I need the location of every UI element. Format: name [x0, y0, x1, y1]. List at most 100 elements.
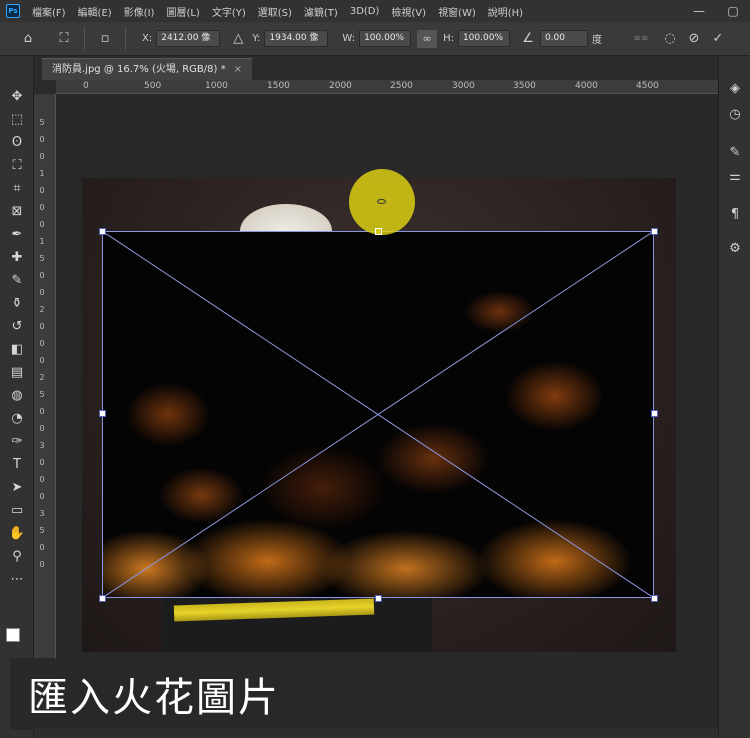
ruler-tick-label: 0 [39, 560, 45, 569]
menu-filter[interactable]: 濾鏡(T) [298, 4, 344, 19]
relative-position-icon[interactable]: △ [226, 29, 250, 49]
interpolation-icon[interactable]: ≋≋ [624, 29, 658, 49]
ruler-tick-label: 0 [39, 492, 45, 501]
pen-icon[interactable]: ✑ [7, 431, 27, 451]
x-label: X: [142, 33, 153, 44]
transform-handle-bottom[interactable] [375, 595, 382, 602]
brush-icon[interactable]: ✎ [7, 270, 27, 290]
maximize-icon[interactable]: ▢ [716, 4, 750, 18]
ruler-tick-label: 0 [83, 81, 89, 91]
caption-text: 匯入火花圖片 [28, 675, 280, 721]
healing-icon[interactable]: ✚ [7, 247, 27, 267]
menu-edit[interactable]: 編輯(E) [72, 4, 118, 19]
commit-transform-icon[interactable]: ✓ [706, 29, 730, 49]
foreground-color-swatch[interactable] [6, 628, 20, 642]
options-divider [84, 27, 85, 50]
options-divider [125, 27, 126, 50]
ruler-tick-label: 5 [39, 254, 45, 263]
brush-settings-icon[interactable]: ✎ [727, 144, 743, 160]
y-position-field[interactable]: 1934.00 像 [264, 30, 329, 47]
ruler-tick-label: 0 [39, 356, 45, 365]
options-bar: ⌂ ⛶ ▫ X: 2412.00 像 △ Y: 1934.00 像 W: 100… [0, 22, 750, 56]
eraser-icon[interactable]: ◧ [7, 339, 27, 359]
layers-panel-icon[interactable]: ◈ [727, 80, 743, 96]
ruler-tick-label: 500 [144, 81, 162, 91]
menu-file[interactable]: 檔案(F) [26, 4, 72, 19]
cancel-transform-icon[interactable]: ⊘ [682, 29, 706, 49]
minimize-icon[interactable]: — [682, 4, 716, 18]
menu-layer[interactable]: 圖層(L) [160, 4, 205, 19]
reference-point-grid-icon[interactable]: ▫ [93, 29, 117, 49]
ruler-tick-label: 0 [39, 135, 45, 144]
menu-image[interactable]: 影像(I) [118, 4, 161, 19]
ruler-tick-label: 0 [39, 288, 45, 297]
horizontal-ruler: 0 500 1000 1500 2000 2500 3000 3500 4000… [56, 80, 718, 94]
adjustments-icon[interactable]: ⚌ [727, 168, 743, 184]
transform-handle-left[interactable] [99, 410, 106, 417]
type-icon[interactable]: T [7, 454, 27, 474]
marquee-icon[interactable]: ⬚ [7, 109, 27, 129]
quick-select-icon[interactable]: ⛶ [7, 155, 27, 175]
tools-panel: ✥ ⬚ ʘ ⛶ ⌗ ⊠ ✒ ✚ ✎ ⚱ ↺ ◧ ▤ ◍ ◔ ✑ T ➤ ▭ ✋ ⚲ ⋯ [0, 56, 34, 738]
hand-icon[interactable]: ✋ [7, 523, 27, 543]
ruler-tick-label: 0 [39, 271, 45, 280]
eyedropper-icon[interactable]: ✒ [7, 224, 27, 244]
close-tab-icon[interactable]: × [234, 64, 242, 75]
zoom-icon[interactable]: ⚲ [7, 546, 27, 566]
lasso-icon[interactable]: ʘ [7, 132, 27, 152]
transform-handle-right[interactable] [651, 410, 658, 417]
libraries-icon[interactable]: ⚙ [727, 240, 743, 256]
blur-icon[interactable]: ◍ [7, 385, 27, 405]
menu-window[interactable]: 視窗(W) [432, 4, 482, 19]
menu-help[interactable]: 說明(H) [482, 4, 529, 19]
history-panel-icon[interactable]: ◷ [727, 106, 743, 122]
angle-icon: ∠ [522, 31, 534, 46]
dodge-icon[interactable]: ◔ [7, 408, 27, 428]
move-icon[interactable]: ✥ [7, 86, 27, 106]
ruler-tick-label: 0 [39, 475, 45, 484]
w-label: W: [342, 33, 356, 44]
ruler-tick-label: 1000 [205, 81, 228, 91]
transform-handle-top[interactable] [375, 228, 382, 235]
ruler-tick-label: 0 [39, 220, 45, 229]
more-icon[interactable]: ⋯ [7, 569, 27, 589]
document-tab[interactable]: 消防員.jpg @ 16.7% (火場, RGB/8) * × [42, 58, 252, 80]
paragraph-icon[interactable]: ¶ [727, 206, 743, 222]
x-position-field[interactable]: 2412.00 像 [156, 30, 221, 47]
history-brush-icon[interactable]: ↺ [7, 316, 27, 336]
transform-handle-bottom-left[interactable] [99, 595, 106, 602]
transform-handle-top-right[interactable] [651, 228, 658, 235]
ruler-tick-label: 4000 [575, 81, 598, 91]
ruler-tick-label: 5 [39, 390, 45, 399]
transform-handle-top-left[interactable] [99, 228, 106, 235]
stamp-icon[interactable]: ⚱ [7, 293, 27, 313]
path-select-icon[interactable]: ➤ [7, 477, 27, 497]
menu-select[interactable]: 選取(S) [252, 4, 298, 19]
transform-preset-icon[interactable]: ⛶ [52, 29, 76, 49]
photoshop-logo-icon: Ps [6, 4, 20, 18]
angle-unit: 度 [591, 35, 602, 46]
ruler-tick-label: 0 [39, 152, 45, 161]
subtitle-caption: 匯入火花圖片 [10, 658, 334, 730]
ruler-tick-label: 0 [39, 407, 45, 416]
transform-handle-bottom-right[interactable] [651, 595, 658, 602]
link-icon[interactable]: ∞ [417, 29, 438, 48]
h-label: H: [443, 33, 454, 44]
menu-view[interactable]: 檢視(V) [385, 4, 432, 19]
panel-dock: ◈ ◷ ✎ ⚌ ¶ ⚙ [718, 56, 750, 738]
cursor-icon [377, 199, 386, 204]
ruler-tick-label: 5 [39, 526, 45, 535]
frame-icon[interactable]: ⊠ [7, 201, 27, 221]
menu-type[interactable]: 文字(Y) [206, 4, 252, 19]
rectangle-icon[interactable]: ▭ [7, 500, 27, 520]
width-field[interactable]: 100.00% [359, 30, 412, 47]
warp-icon[interactable]: ◌ [658, 29, 682, 49]
gradient-icon[interactable]: ▤ [7, 362, 27, 382]
crop-icon[interactable]: ⌗ [7, 178, 27, 198]
ruler-tick-label: 3500 [513, 81, 536, 91]
ruler-tick-label: 0 [39, 322, 45, 331]
height-field[interactable]: 100.00% [457, 30, 510, 47]
rotate-field[interactable]: 0.00 [539, 30, 588, 47]
home-icon[interactable]: ⌂ [16, 29, 40, 49]
menu-3d[interactable]: 3D(D) [344, 6, 386, 17]
